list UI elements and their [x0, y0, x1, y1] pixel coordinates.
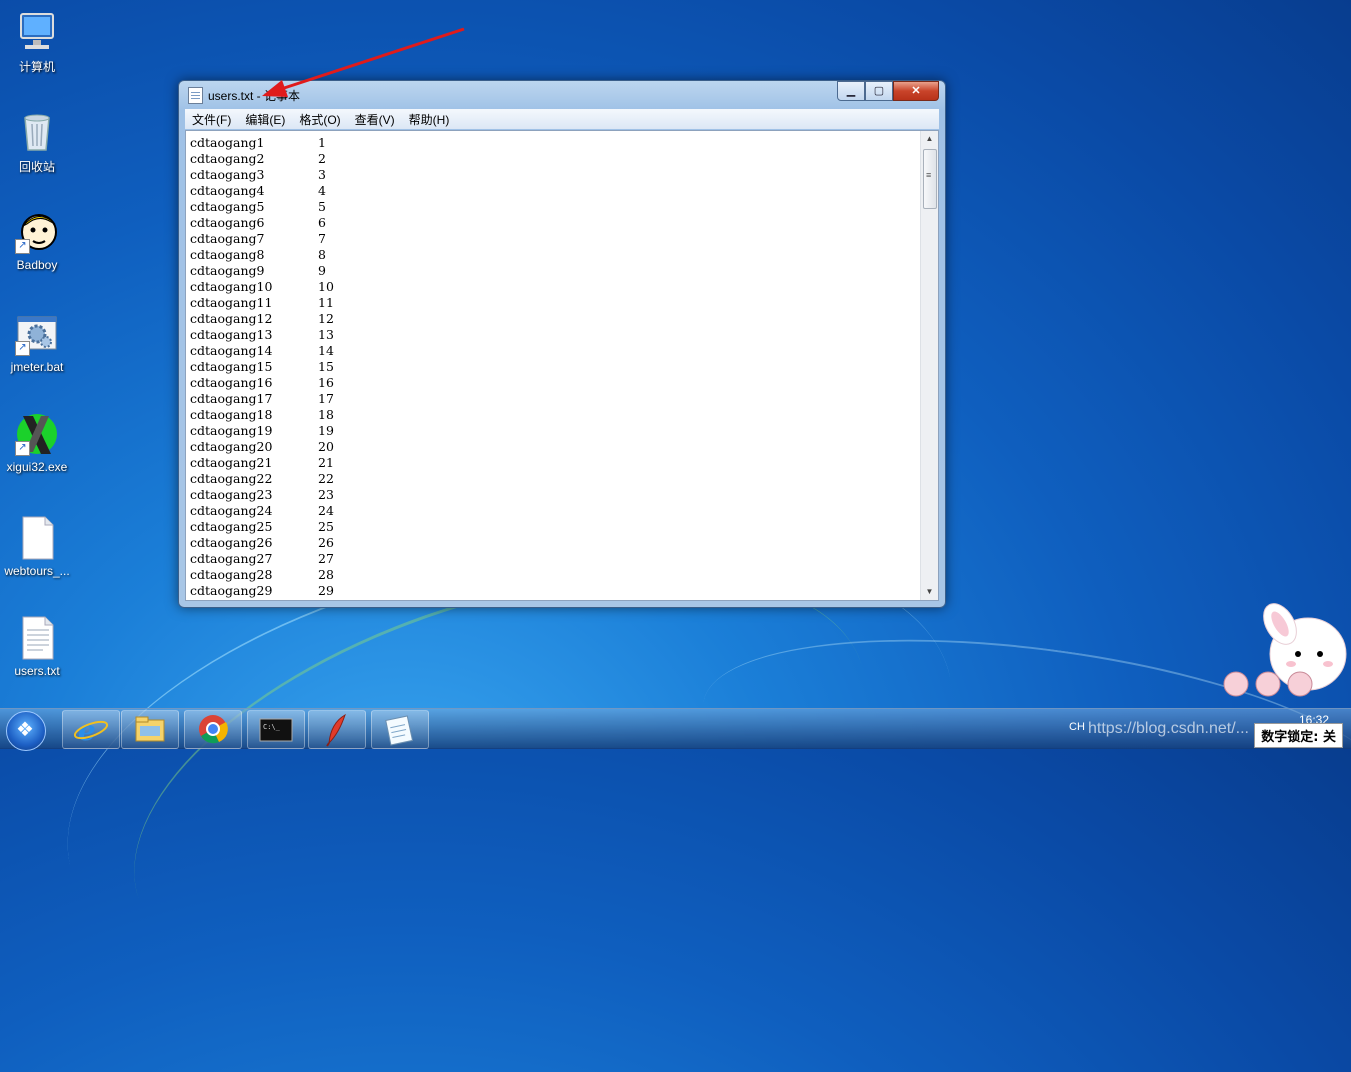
input-language-indicator[interactable]: CH: [1069, 721, 1085, 733]
taskbar-notepad[interactable]: [371, 710, 429, 749]
taskbar-explorer[interactable]: [121, 710, 179, 749]
file-explorer-icon: [135, 716, 165, 742]
chrome-icon: [199, 715, 228, 744]
taskbar-feather-app[interactable]: [308, 710, 366, 749]
cartoon-sticker-icon: [1223, 603, 1347, 697]
notepad-icon: [385, 715, 414, 746]
start-button[interactable]: [6, 711, 46, 751]
taskbar-chrome[interactable]: [184, 710, 242, 749]
taskbar-ie[interactable]: e: [62, 710, 120, 749]
taskbar-cmd[interactable]: C:\_: [247, 710, 305, 749]
svg-text:C:\_: C:\_: [263, 723, 281, 731]
numlock-indicator: 数字锁定: 关: [1254, 723, 1343, 748]
watermark-text: https://blog.csdn.net/...: [1088, 720, 1249, 737]
internet-explorer-icon: e: [73, 714, 109, 747]
command-prompt-icon: C:\_: [259, 718, 293, 742]
red-arrow-annotation: [262, 27, 465, 97]
feather-app-icon: [326, 713, 346, 747]
svg-text:e: e: [78, 714, 96, 747]
